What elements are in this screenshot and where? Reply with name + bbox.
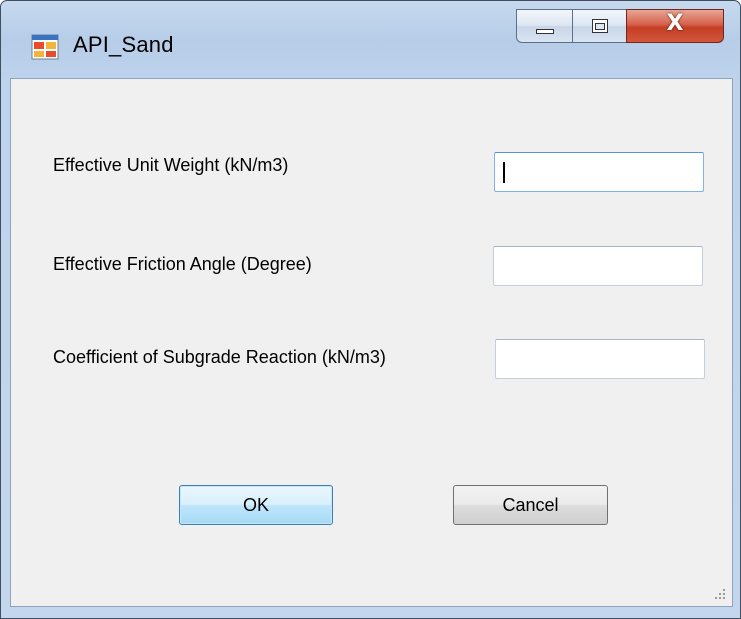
caption-buttons: X bbox=[516, 9, 724, 43]
close-icon: X bbox=[666, 11, 684, 36]
subgrade-reaction-label: Coefficient of Subgrade Reaction (kN/m3) bbox=[53, 347, 386, 367]
minimize-button[interactable] bbox=[516, 9, 572, 43]
unit-weight-label: Effective Unit Weight (kN/m3) bbox=[53, 155, 289, 175]
window-title: API_Sand bbox=[73, 32, 174, 57]
dialog-window: API_Sand X Effective Unit Weight (kN/m3)… bbox=[0, 0, 741, 619]
app-window-icon bbox=[31, 34, 59, 60]
text-caret bbox=[503, 162, 505, 183]
dialog-client-area: Effective Unit Weight (kN/m3) Effective … bbox=[10, 78, 733, 607]
resize-grip[interactable] bbox=[714, 588, 726, 600]
maximize-icon bbox=[592, 19, 608, 33]
title-bar[interactable]: API_Sand X bbox=[1, 1, 740, 77]
unit-weight-input[interactable] bbox=[494, 152, 704, 192]
close-button[interactable]: X bbox=[626, 9, 724, 43]
cancel-button[interactable]: Cancel bbox=[453, 485, 608, 525]
maximize-button[interactable] bbox=[572, 9, 626, 43]
friction-angle-label: Effective Friction Angle (Degree) bbox=[53, 254, 312, 274]
ok-button[interactable]: OK bbox=[179, 485, 333, 525]
subgrade-reaction-input[interactable] bbox=[495, 339, 705, 379]
friction-angle-input[interactable] bbox=[493, 246, 703, 286]
minimize-icon bbox=[536, 29, 554, 34]
